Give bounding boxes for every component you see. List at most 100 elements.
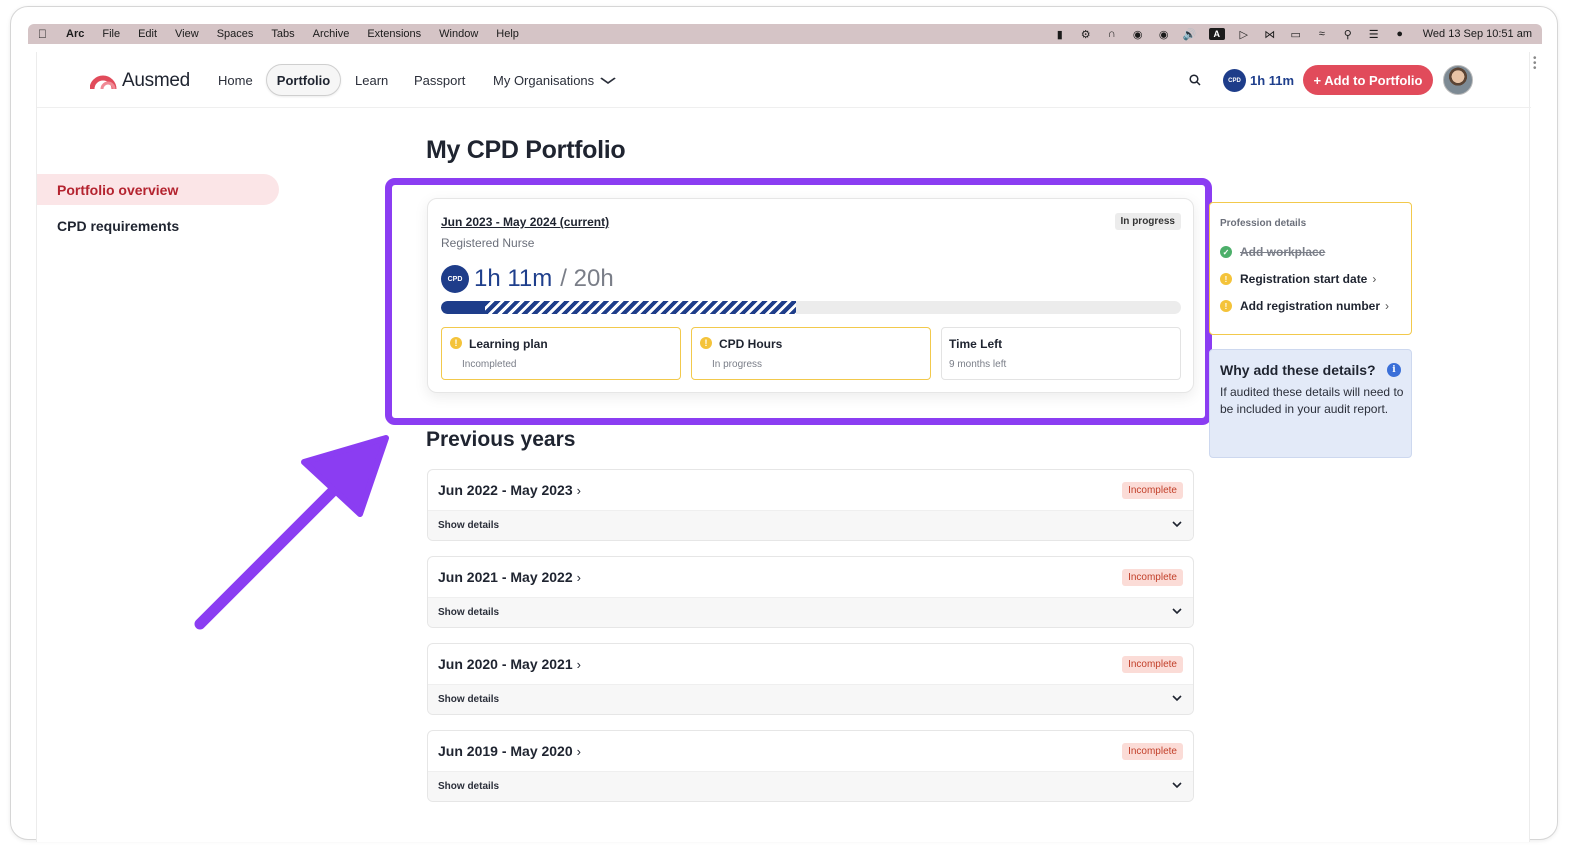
play-icon[interactable]: ▷	[1237, 28, 1251, 41]
year-card: Jun 2019 - May 2020 › Incomplete Show det…	[427, 730, 1194, 802]
menu-tabs[interactable]: Tabs	[271, 28, 294, 40]
chevron-down-icon	[1172, 608, 1182, 615]
profession-item-registration-start-date[interactable]: ! Registration start date ›	[1220, 272, 1376, 286]
why-body: If audited these details will need to be…	[1220, 385, 1404, 416]
annotation-arrow	[194, 435, 389, 630]
warning-icon: !	[700, 337, 712, 349]
incomplete-badge: Incomplete	[1122, 569, 1183, 586]
year-period-link[interactable]: Jun 2019 - May 2020 ›	[438, 743, 581, 759]
year-period-link[interactable]: Jun 2021 - May 2022 ›	[438, 569, 581, 585]
user-avatar[interactable]	[1443, 65, 1473, 95]
show-details-toggle[interactable]: Show details	[428, 510, 1193, 540]
year-card: Jun 2022 - May 2023 › Incomplete Show det…	[427, 469, 1194, 541]
cpd-hours-summary: CPD 1h 11m / 20h	[443, 265, 614, 293]
incomplete-badge: Incomplete	[1122, 656, 1183, 673]
show-details-toggle[interactable]: Show details	[428, 771, 1193, 801]
macos-menubar:  Arc File Edit View Spaces Tabs Archive…	[28, 24, 1542, 44]
onepassword-icon[interactable]: ◉	[1131, 28, 1145, 41]
stat-title: Learning plan	[469, 337, 548, 351]
check-icon: ✓	[1220, 246, 1232, 258]
stat-title: Time Left	[949, 337, 1003, 351]
siri-icon[interactable]: ●	[1393, 28, 1407, 40]
stat-learning-plan[interactable]: ! Learning plan Incompleted	[441, 327, 681, 380]
stat-title: CPD Hours	[719, 337, 783, 351]
why-title: Why add these details?	[1220, 362, 1376, 378]
year-period-link[interactable]: Jun 2022 - May 2023 ›	[438, 482, 581, 498]
chevron-right-icon: ›	[576, 570, 581, 585]
nav-portfolio[interactable]: Portfolio	[266, 64, 341, 96]
volume-icon[interactable]: 🔊	[1183, 28, 1197, 41]
nav-my-organisations-label: My Organisations	[493, 73, 595, 88]
profession-item-registration-number[interactable]: ! Add registration number ›	[1220, 299, 1389, 313]
profession-item-label: Registration start date	[1240, 272, 1368, 286]
menu-file[interactable]: File	[102, 28, 120, 40]
menu-view[interactable]: View	[175, 28, 199, 40]
profession-role: Registered Nurse	[441, 236, 535, 250]
menu-archive[interactable]: Archive	[313, 28, 350, 40]
search-icon[interactable]	[1189, 74, 1201, 86]
menubar-clock[interactable]: Wed 13 Sep 10:51 am	[1423, 28, 1532, 40]
year-card: Jun 2020 - May 2021 › Incomplete Show det…	[427, 643, 1194, 715]
bluetooth-icon[interactable]: ⋈	[1263, 28, 1277, 41]
show-details-toggle[interactable]: Show details	[428, 597, 1193, 627]
add-to-portfolio-button[interactable]: + Add to Portfolio	[1303, 65, 1433, 95]
warning-icon: !	[1220, 300, 1232, 312]
cpd-progress-bar	[441, 301, 1181, 314]
nav-learn[interactable]: Learn	[355, 73, 388, 88]
menu-extensions[interactable]: Extensions	[367, 28, 421, 40]
chevron-down-icon	[1172, 782, 1182, 789]
year-card: Jun 2021 - May 2022 › Incomplete Show det…	[427, 556, 1194, 628]
charging-battery-icon[interactable]: ▭	[1289, 28, 1303, 41]
grammarly-icon[interactable]: ◉	[1157, 28, 1171, 41]
apple-icon[interactable]: 	[38, 27, 52, 41]
chevron-right-icon: ›	[1372, 272, 1377, 286]
profession-item-add-workplace[interactable]: ✓ Add workplace	[1220, 245, 1325, 259]
input-source-icon[interactable]: A	[1208, 28, 1225, 40]
menu-help[interactable]: Help	[496, 28, 519, 40]
stat-time-left[interactable]: Time Left 9 months left	[941, 327, 1181, 380]
stat-cpd-hours[interactable]: ! CPD Hours In progress	[691, 327, 931, 380]
status-badge: In progress	[1114, 213, 1181, 230]
incomplete-badge: Incomplete	[1122, 743, 1183, 760]
profession-details-card: Profession details ✓ Add workplace ! Reg…	[1209, 202, 1412, 335]
stat-subtitle: 9 months left	[949, 359, 1007, 370]
control-center-icon[interactable]: ☰	[1367, 28, 1381, 41]
nav-my-organisations[interactable]: My Organisations	[493, 73, 616, 88]
search-icon[interactable]: ⚲	[1341, 28, 1355, 41]
gear-icon[interactable]: ⚙	[1079, 28, 1093, 41]
nav-home[interactable]: Home	[218, 73, 253, 88]
window-resize-grip[interactable]: • • •	[1533, 54, 1537, 74]
chevron-right-icon: ›	[576, 483, 581, 498]
warning-icon: !	[1220, 273, 1232, 285]
info-icon[interactable]: i	[1387, 363, 1401, 377]
show-details-label: Show details	[438, 607, 500, 618]
profession-details-title: Profession details	[1220, 218, 1307, 229]
ausmed-logo[interactable]: Ausmed	[90, 70, 190, 92]
incomplete-badge: Incomplete	[1122, 482, 1183, 499]
chevron-right-icon: ›	[576, 744, 581, 759]
previous-years-title: Previous years	[426, 428, 576, 451]
show-details-toggle[interactable]: Show details	[428, 684, 1193, 714]
page-title: My CPD Portfolio	[426, 136, 626, 164]
cpd-hours-target: / 20h	[560, 265, 614, 292]
nav-passport[interactable]: Passport	[414, 73, 465, 88]
cpd-progress-solid	[441, 301, 485, 314]
cpd-badge-icon: CPD	[443, 267, 467, 291]
current-period-link[interactable]: Jun 2023 - May 2024 (current)	[441, 215, 609, 229]
menu-edit[interactable]: Edit	[138, 28, 157, 40]
tab-icon[interactable]: ∩	[1105, 28, 1119, 40]
sidebar-item-portfolio-overview[interactable]: Portfolio overview	[37, 174, 279, 205]
wifi-icon[interactable]: ≈	[1315, 28, 1329, 40]
battery-icon[interactable]: ▮	[1053, 28, 1067, 41]
chevron-down-icon	[1172, 521, 1182, 528]
menu-app-name[interactable]: Arc	[66, 28, 84, 40]
cpd-hours-value: 1h 11m	[1250, 73, 1295, 88]
cpd-hours-indicator[interactable]: CPD 1h 11m	[1225, 71, 1294, 90]
why-add-details-card: Why add these details? i If audited thes…	[1209, 349, 1412, 458]
sidebar-item-cpd-requirements[interactable]: CPD requirements	[57, 218, 179, 234]
top-navigation: Ausmed Home Portfolio Learn Passport My …	[37, 52, 1531, 108]
menu-window[interactable]: Window	[439, 28, 478, 40]
menu-spaces[interactable]: Spaces	[217, 28, 254, 40]
year-period-link[interactable]: Jun 2020 - May 2021 ›	[438, 656, 581, 672]
year-period-label: Jun 2022 - May 2023	[438, 482, 573, 498]
